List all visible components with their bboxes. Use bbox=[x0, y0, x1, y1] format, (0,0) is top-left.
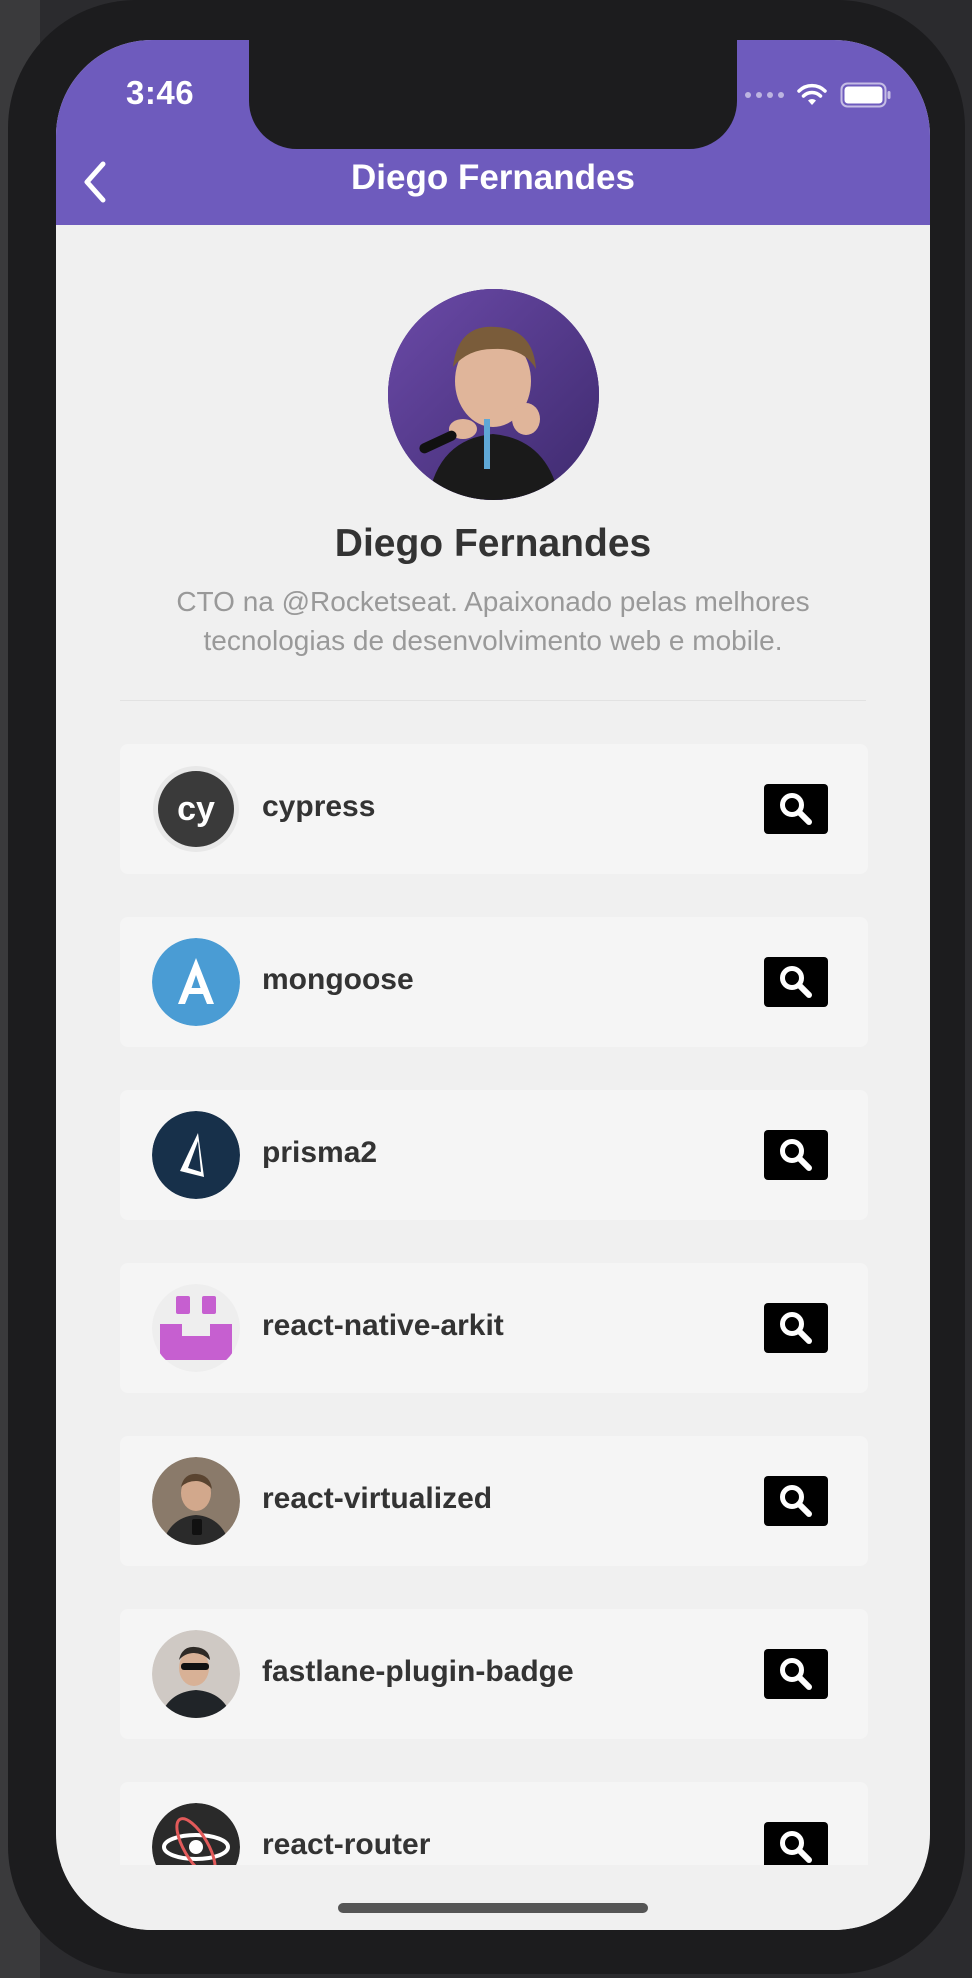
cypress-logo-icon: cy bbox=[152, 765, 240, 853]
repo-card[interactable]: react-virtualized bbox=[120, 1436, 868, 1566]
device-notch bbox=[249, 40, 737, 149]
profile-name: Diego Fernandes bbox=[334, 522, 652, 565]
home-indicator[interactable] bbox=[338, 1903, 648, 1913]
header-bar: 3:46 Diego Fernandes bbox=[56, 40, 930, 225]
signal-icon bbox=[745, 92, 784, 98]
search-button[interactable] bbox=[764, 1649, 828, 1699]
repo-card[interactable]: cy cypress bbox=[120, 744, 868, 874]
search-icon bbox=[780, 1485, 812, 1517]
repo-name: react-router bbox=[262, 1828, 431, 1861]
search-icon bbox=[780, 966, 812, 998]
repo-card[interactable]: fastlane-plugin-badge bbox=[120, 1609, 868, 1739]
repo-name: mongoose bbox=[262, 963, 414, 996]
profile-content: Diego Fernandes CTO na @Rocketseat. Apai… bbox=[56, 225, 930, 1930]
search-button[interactable] bbox=[764, 1303, 828, 1353]
phone-frame: 3:46 Diego Fernandes Diego Fernandes CTO… bbox=[8, 0, 965, 1974]
arkit-logo-icon bbox=[152, 1284, 240, 1372]
profile-bio: CTO na @Rocketseat. Apaixonado pelas mel… bbox=[176, 586, 810, 656]
search-icon bbox=[780, 1658, 812, 1690]
status-icons bbox=[745, 82, 892, 108]
mongoose-logo-icon bbox=[152, 938, 240, 1026]
bottom-safe-area bbox=[56, 1865, 930, 1930]
page-title: Diego Fernandes bbox=[351, 158, 635, 197]
search-button[interactable] bbox=[764, 1130, 828, 1180]
battery-icon bbox=[840, 82, 892, 108]
app-screen: 3:46 Diego Fernandes Diego Fernandes CTO… bbox=[56, 40, 930, 1930]
repo-name: react-virtualized bbox=[262, 1482, 493, 1515]
search-icon bbox=[780, 1831, 812, 1863]
status-time: 3:46 bbox=[126, 74, 195, 111]
profile-avatar bbox=[388, 289, 599, 500]
repo-name: react-native-arkit bbox=[262, 1309, 504, 1342]
repo-card[interactable]: mongoose bbox=[120, 917, 868, 1047]
search-button[interactable] bbox=[764, 957, 828, 1007]
user-avatar-icon bbox=[152, 1457, 240, 1545]
repo-name: prisma2 bbox=[262, 1136, 378, 1169]
search-icon bbox=[780, 793, 812, 825]
search-button[interactable] bbox=[764, 784, 828, 834]
repo-card[interactable]: prisma2 bbox=[120, 1090, 868, 1220]
prisma-logo-icon bbox=[152, 1111, 240, 1199]
divider bbox=[120, 700, 866, 701]
wifi-icon bbox=[796, 83, 828, 107]
svg-text:cy: cy bbox=[177, 790, 215, 828]
repo-card[interactable]: react-native-arkit bbox=[120, 1263, 868, 1393]
user-avatar-icon bbox=[152, 1630, 240, 1718]
search-button[interactable] bbox=[764, 1476, 828, 1526]
repo-name: fastlane-plugin-badge bbox=[262, 1655, 574, 1688]
search-icon bbox=[780, 1312, 812, 1344]
search-icon bbox=[780, 1139, 812, 1171]
repo-name: cypress bbox=[262, 790, 376, 823]
